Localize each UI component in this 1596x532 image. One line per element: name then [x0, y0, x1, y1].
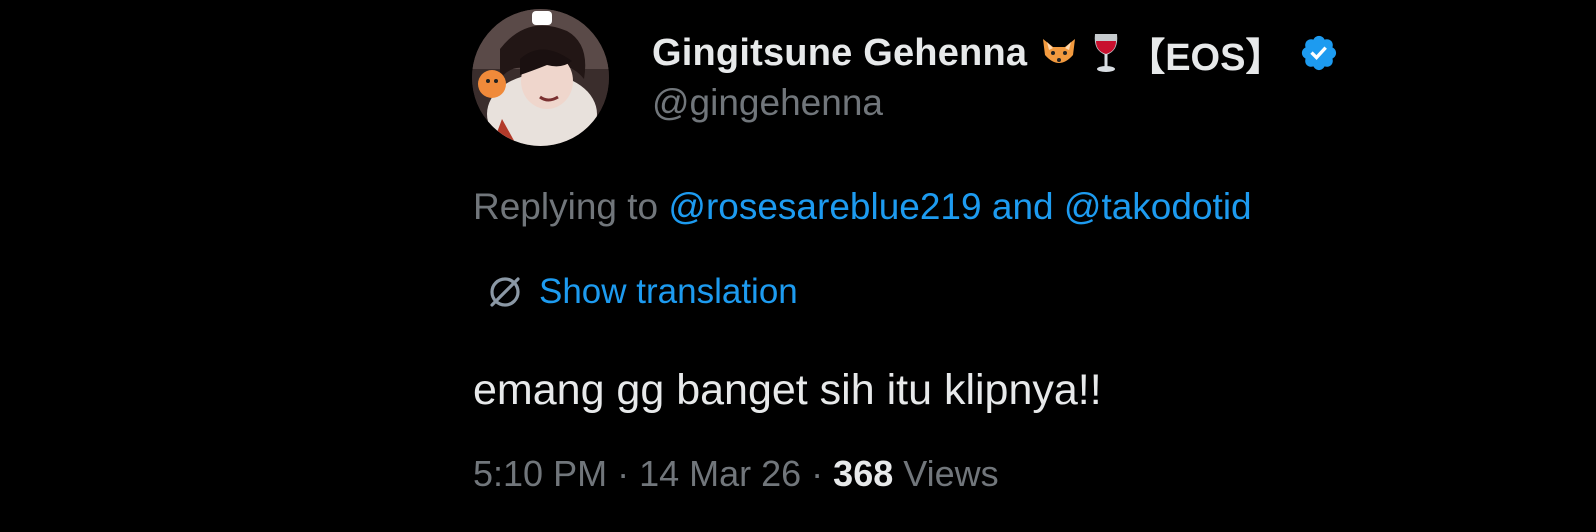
mention-conjunction[interactable]: and	[982, 186, 1064, 227]
views-count[interactable]: 368	[833, 453, 893, 494]
tweet-time[interactable]: 5:10 PM	[473, 453, 607, 494]
views-label[interactable]: Views	[893, 453, 998, 494]
replying-to: Replying to @rosesareblue219 and @takodo…	[473, 186, 1252, 228]
tweet-date[interactable]: 14 Mar 26	[639, 453, 801, 494]
mention-link-2[interactable]: @takodotid	[1064, 186, 1252, 227]
tweet-text: emang gg banget sih itu klipnya!!	[473, 366, 1102, 414]
wine-glass-emoji-icon	[1091, 31, 1121, 75]
author-tag: 【EOS】	[1127, 36, 1284, 79]
tweet-meta: 5:10 PM · 14 Mar 26 · 368 Views	[473, 453, 999, 495]
fox-emoji-icon	[1039, 33, 1079, 73]
meta-separator-1: ·	[607, 453, 640, 494]
author-display-name[interactable]: Gingitsune Gehenna	[652, 32, 1027, 75]
show-translation-button[interactable]: Show translation	[487, 270, 798, 314]
tweet: Gingitsune Gehenna 【EOS】 @gingehenna Rep…	[0, 0, 1596, 532]
globe-slash-icon	[490, 277, 520, 307]
avatar[interactable]	[472, 9, 609, 146]
show-translation-label[interactable]: Show translation	[539, 272, 798, 312]
mention-link-1[interactable]: @rosesareblue219	[668, 186, 981, 227]
verified-badge-icon[interactable]	[1299, 33, 1339, 73]
meta-separator-2: ·	[801, 453, 834, 494]
author-name-row[interactable]: Gingitsune Gehenna 【EOS】	[652, 28, 1339, 79]
replying-prefix: Replying to	[473, 186, 669, 227]
author-handle[interactable]: @gingehenna	[652, 82, 883, 124]
